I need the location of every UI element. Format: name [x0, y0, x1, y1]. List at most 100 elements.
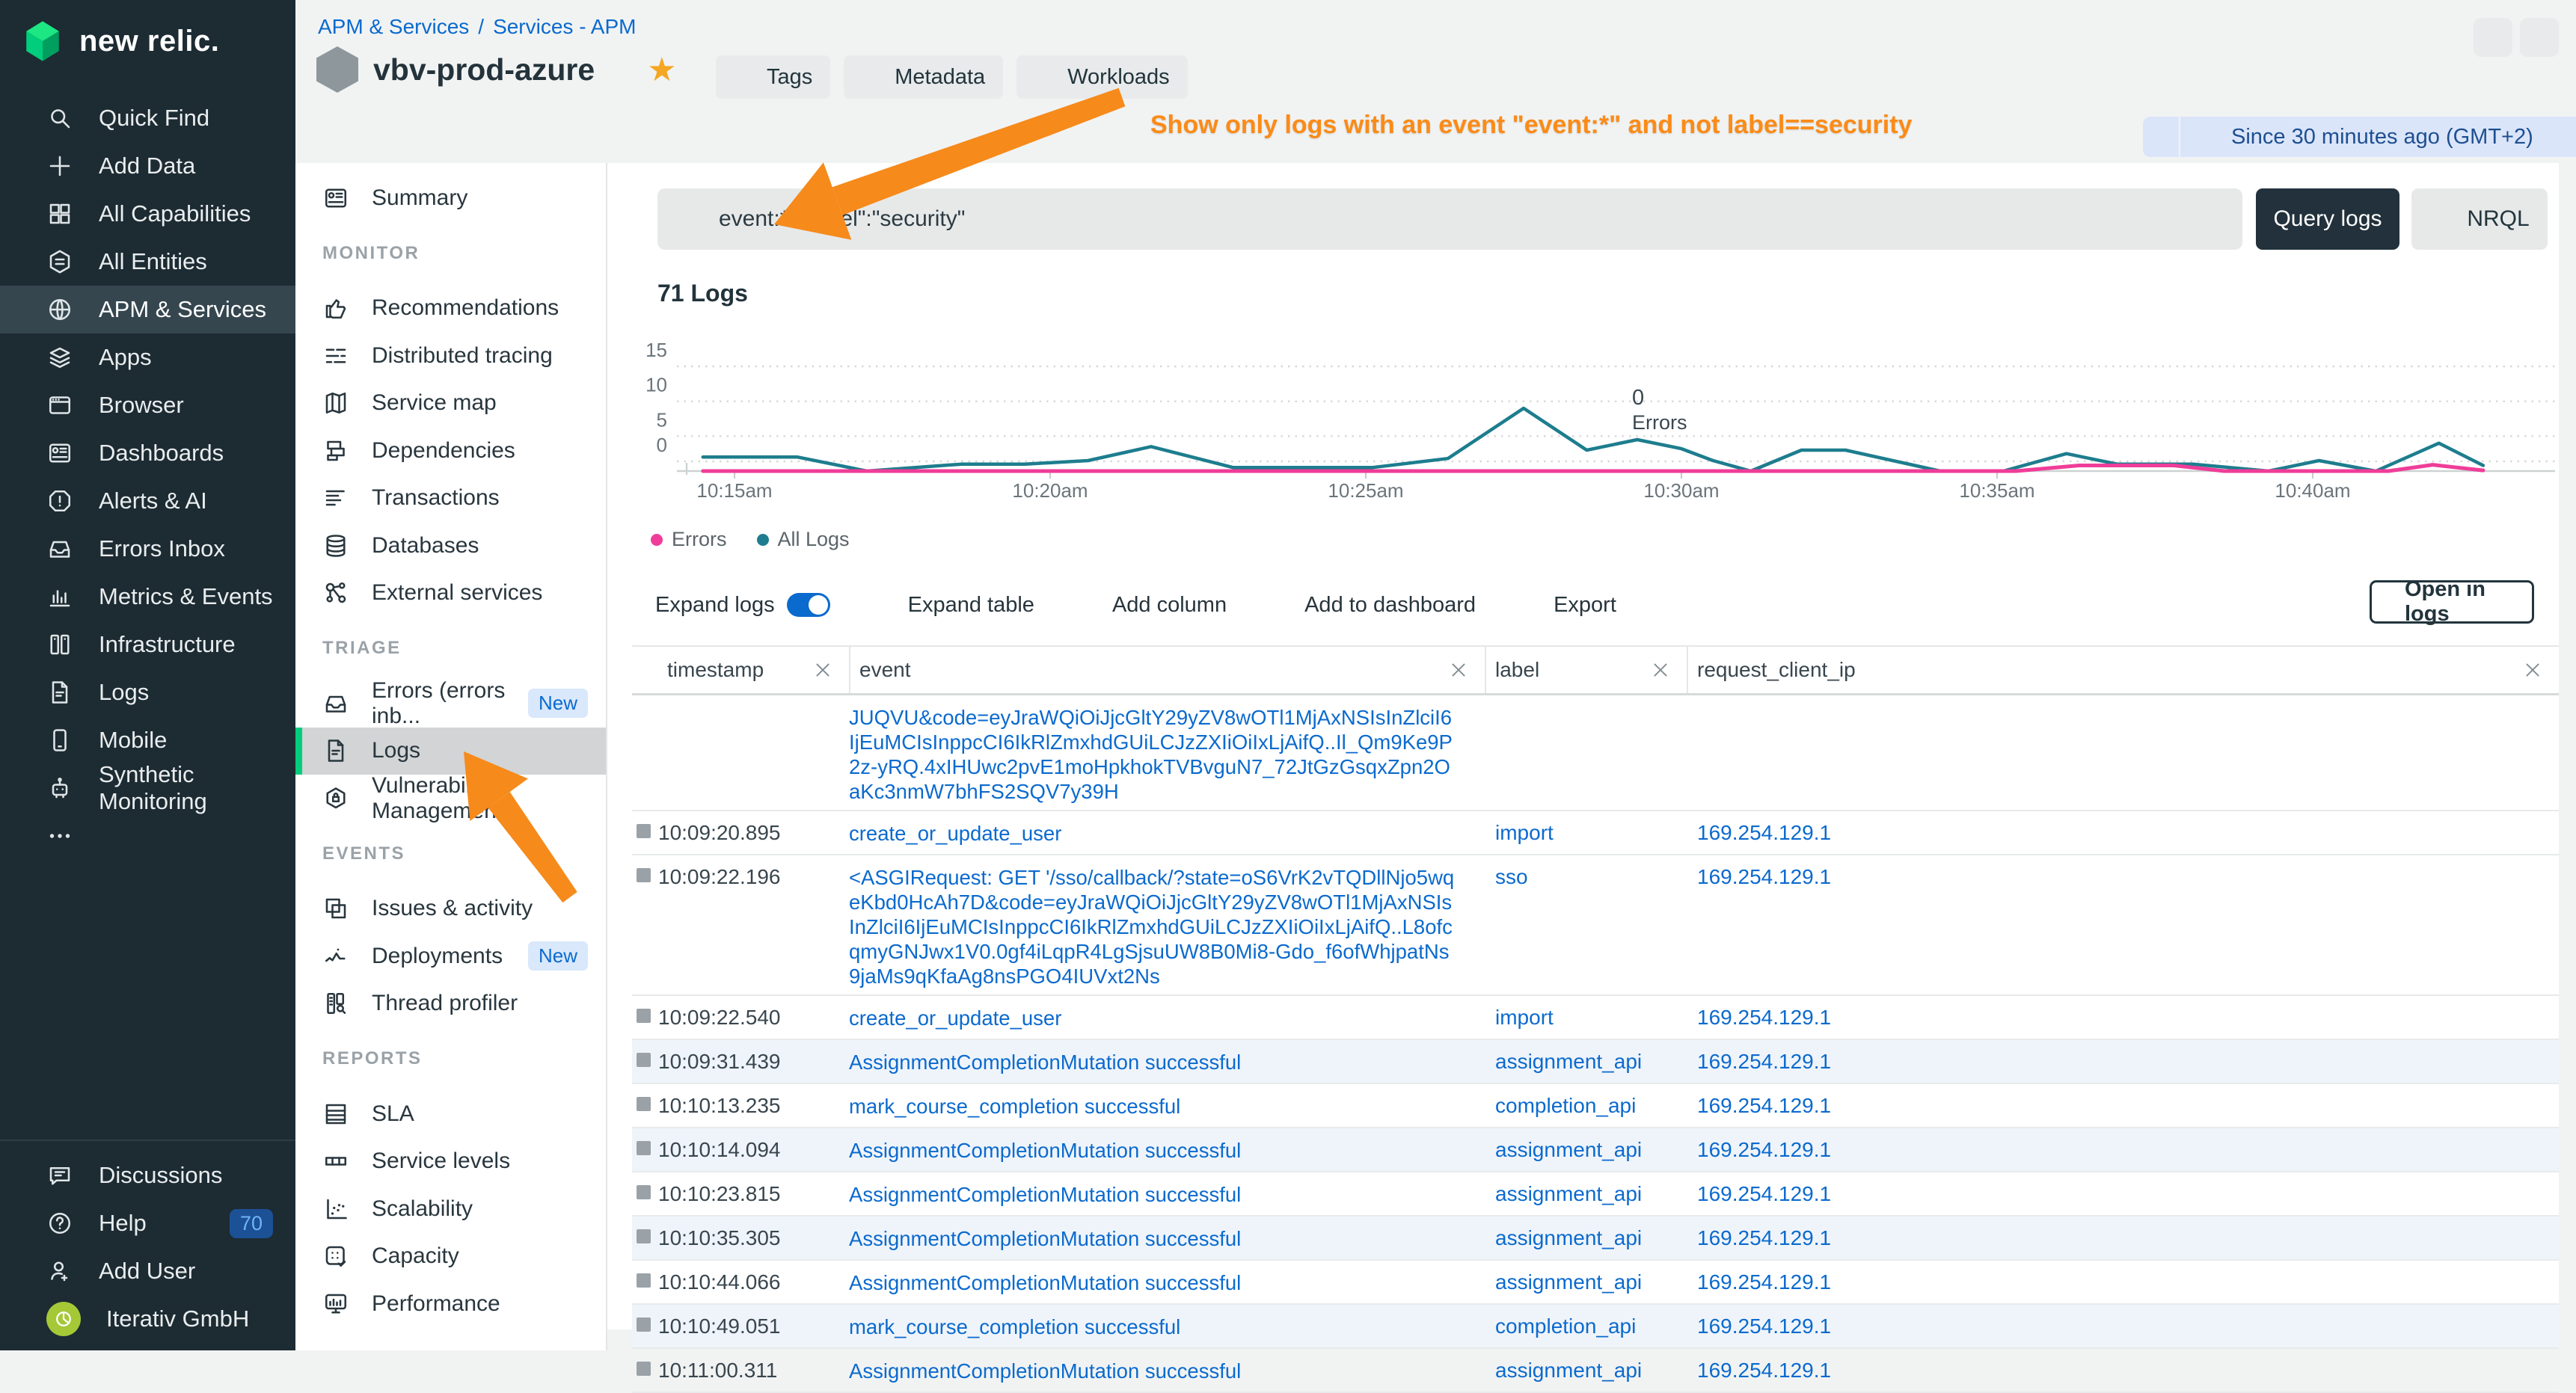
- expand-logs-switch[interactable]: [787, 593, 830, 617]
- cell-label-link[interactable]: completion_api: [1485, 1305, 1687, 1347]
- global-nav-item-all-entities[interactable]: All Entities: [0, 238, 295, 286]
- cell-label-link[interactable]: assignment_api: [1485, 1172, 1687, 1215]
- row-checkbox[interactable]: [637, 1009, 651, 1023]
- local-nav-item-service-levels[interactable]: Service levels: [295, 1138, 606, 1186]
- cell-label-link[interactable]: sso: [1485, 855, 1687, 994]
- cell-label-link[interactable]: assignment_api: [1485, 1349, 1687, 1392]
- global-nav-item-add-data[interactable]: Add Data: [0, 142, 295, 190]
- cell-event-link[interactable]: AssignmentCompletionMutation successful: [849, 1217, 1485, 1259]
- remove-column-request-client-ip-icon[interactable]: [2523, 660, 2542, 680]
- table-row[interactable]: 10:09:20.895create_or_update_userimport1…: [632, 811, 2559, 855]
- global-nav-item-errors-inbox[interactable]: Errors Inbox: [0, 525, 295, 573]
- chart-options-menu-icon[interactable]: [2504, 284, 2540, 307]
- global-nav-item-all-capabilities[interactable]: All Capabilities: [0, 190, 295, 238]
- legend-all-logs[interactable]: All Logs: [757, 528, 850, 551]
- table-row[interactable]: 10:09:22.540create_or_update_userimport1…: [632, 996, 2559, 1040]
- remove-column-timestamp-icon[interactable]: [813, 660, 832, 680]
- copy-link-button[interactable]: [2520, 18, 2559, 57]
- row-checkbox[interactable]: [637, 1141, 651, 1155]
- global-nav-item-dashboards[interactable]: Dashboards: [0, 429, 295, 477]
- cell-label-link[interactable]: assignment_api: [1485, 1128, 1687, 1171]
- local-nav-item-sla[interactable]: SLA: [295, 1090, 606, 1138]
- local-nav-item-distributed-tracing[interactable]: Distributed tracing: [295, 332, 606, 380]
- remove-column-event-icon[interactable]: [1449, 660, 1468, 680]
- table-row[interactable]: 10:10:44.066AssignmentCompletionMutation…: [632, 1261, 2559, 1305]
- cell-event-link[interactable]: AssignmentCompletionMutation successful: [849, 1261, 1485, 1303]
- cell-request-client-ip-link[interactable]: 169.254.129.1: [1687, 811, 2559, 854]
- metadata-button[interactable]: Metadata: [844, 55, 1003, 99]
- local-nav-item-performance[interactable]: Performance: [295, 1280, 606, 1328]
- cell-event-link[interactable]: AssignmentCompletionMutation successful: [849, 1128, 1485, 1171]
- cell-request-client-ip-link[interactable]: 169.254.129.1: [1687, 1349, 2559, 1392]
- add-to-dashboard-button[interactable]: Add to dashboard: [1269, 593, 1476, 618]
- global-nav-item-metrics-events[interactable]: Metrics & Events: [0, 573, 295, 621]
- global-nav-item-discussions[interactable]: Discussions: [0, 1151, 295, 1199]
- table-row[interactable]: 10:10:23.815AssignmentCompletionMutation…: [632, 1172, 2559, 1217]
- row-checkbox[interactable]: [637, 824, 651, 838]
- open-in-logs-button[interactable]: Open in logs: [2370, 580, 2534, 624]
- global-nav-item-browser[interactable]: Browser: [0, 381, 295, 429]
- cell-event-link[interactable]: AssignmentCompletionMutation successful: [849, 1040, 1485, 1083]
- cell-event-link[interactable]: <ASGIRequest: GET '/sso/callback/?state=…: [849, 855, 1485, 994]
- column-header-event[interactable]: event: [849, 647, 1485, 693]
- cell-label-link[interactable]: assignment_api: [1485, 1261, 1687, 1303]
- global-nav-item-infrastructure[interactable]: Infrastructure: [0, 621, 295, 668]
- table-row[interactable]: 10:09:22.196<ASGIRequest: GET '/sso/call…: [632, 855, 2559, 996]
- favorite-star-icon[interactable]: ★: [647, 54, 676, 87]
- cell-request-client-ip-link[interactable]: 169.254.129.1: [1687, 1172, 2559, 1215]
- cell-label-link[interactable]: completion_api: [1485, 1084, 1687, 1127]
- local-nav-item-databases[interactable]: Databases: [295, 522, 606, 570]
- add-column-button[interactable]: Add column: [1076, 593, 1227, 618]
- cell-event-link[interactable]: JUQVU&code=eyJraWQiOiJjcGltY29yZV8wOTl1M…: [849, 695, 1485, 810]
- local-nav-item-errors-errors-inb[interactable]: Errors (errors inb...New: [295, 680, 606, 728]
- column-header-request-client-ip[interactable]: request_client_ip: [1687, 647, 2559, 693]
- cell-request-client-ip-link[interactable]: 169.254.129.1: [1687, 996, 2559, 1039]
- help-button[interactable]: [2474, 18, 2512, 57]
- column-header-label[interactable]: label: [1485, 647, 1687, 693]
- local-nav-item-capacity[interactable]: Capacity: [295, 1233, 606, 1281]
- breadcrumb-apm-services[interactable]: APM & Services: [318, 15, 469, 39]
- entity-dropdown-caret-icon[interactable]: [608, 63, 629, 84]
- nrql-button[interactable]: NRQL: [2411, 188, 2548, 250]
- cell-request-client-ip-link[interactable]: 169.254.129.1: [1687, 1128, 2559, 1171]
- local-nav-item-deployments[interactable]: DeploymentsNew: [295, 932, 606, 980]
- table-row[interactable]: 10:10:13.235mark_course_completion succe…: [632, 1084, 2559, 1128]
- cell-event-link[interactable]: create_or_update_user: [849, 996, 1485, 1039]
- cell-request-client-ip-link[interactable]: 169.254.129.1: [1687, 1217, 2559, 1259]
- logs-timeseries-chart[interactable]: 15105010:15am10:20am10:25am10:30am10:35a…: [643, 331, 2559, 507]
- export-button[interactable]: Export: [1518, 593, 1616, 618]
- cell-event-link[interactable]: AssignmentCompletionMutation successful: [849, 1172, 1485, 1215]
- expand-table-button[interactable]: Expand table: [872, 593, 1034, 618]
- table-row[interactable]: 10:11:00.311AssignmentCompletionMutation…: [632, 1349, 2559, 1393]
- global-nav-item-apps[interactable]: Apps: [0, 333, 295, 381]
- cell-request-client-ip-link[interactable]: 169.254.129.1: [1687, 1084, 2559, 1127]
- global-nav-item-iterativ-gmbh[interactable]: Iterativ GmbH: [0, 1295, 295, 1343]
- local-nav-item-issues-activity[interactable]: Issues & activity: [295, 885, 606, 933]
- global-nav-item-more[interactable]: [0, 812, 295, 860]
- time-range-button[interactable]: Since 30 minutes ago (GMT+2): [2180, 117, 2576, 157]
- local-nav-item-dependencies[interactable]: Dependencies: [295, 427, 606, 475]
- breadcrumb-services-apm[interactable]: Services - APM: [493, 15, 636, 39]
- cell-event-link[interactable]: mark_course_completion successful: [849, 1084, 1485, 1127]
- cell-event-link[interactable]: create_or_update_user: [849, 811, 1485, 854]
- local-nav-item-transactions[interactable]: Transactions: [295, 475, 606, 523]
- cell-label-link[interactable]: [1485, 695, 1687, 810]
- clear-search-icon[interactable]: [2198, 206, 2223, 232]
- global-nav-item-mobile[interactable]: Mobile: [0, 716, 295, 764]
- row-checkbox[interactable]: [637, 1053, 651, 1067]
- cell-request-client-ip-link[interactable]: 169.254.129.1: [1687, 1305, 2559, 1347]
- local-nav-item-scalability[interactable]: Scalability: [295, 1185, 606, 1233]
- cell-label-link[interactable]: import: [1485, 811, 1687, 854]
- table-row[interactable]: 10:10:35.305AssignmentCompletionMutation…: [632, 1217, 2559, 1261]
- table-row[interactable]: JUQVU&code=eyJraWQiOiJjcGltY29yZV8wOTl1M…: [632, 695, 2559, 811]
- global-nav-item-logs[interactable]: Logs: [0, 668, 295, 716]
- local-nav-item-service-map[interactable]: Service map: [295, 380, 606, 428]
- local-nav-item-recommendations[interactable]: Recommendations: [295, 285, 606, 333]
- logs-search-input[interactable]: event:* -"label":"security": [657, 188, 2242, 250]
- cell-request-client-ip-link[interactable]: 169.254.129.1: [1687, 855, 2559, 994]
- cell-request-client-ip-link[interactable]: 169.254.129.1: [1687, 1040, 2559, 1083]
- row-checkbox[interactable]: [637, 1317, 651, 1332]
- row-checkbox[interactable]: [637, 1273, 651, 1288]
- global-nav-item-synthetic-monitoring[interactable]: Synthetic Monitoring: [0, 764, 295, 812]
- cell-label-link[interactable]: assignment_api: [1485, 1040, 1687, 1083]
